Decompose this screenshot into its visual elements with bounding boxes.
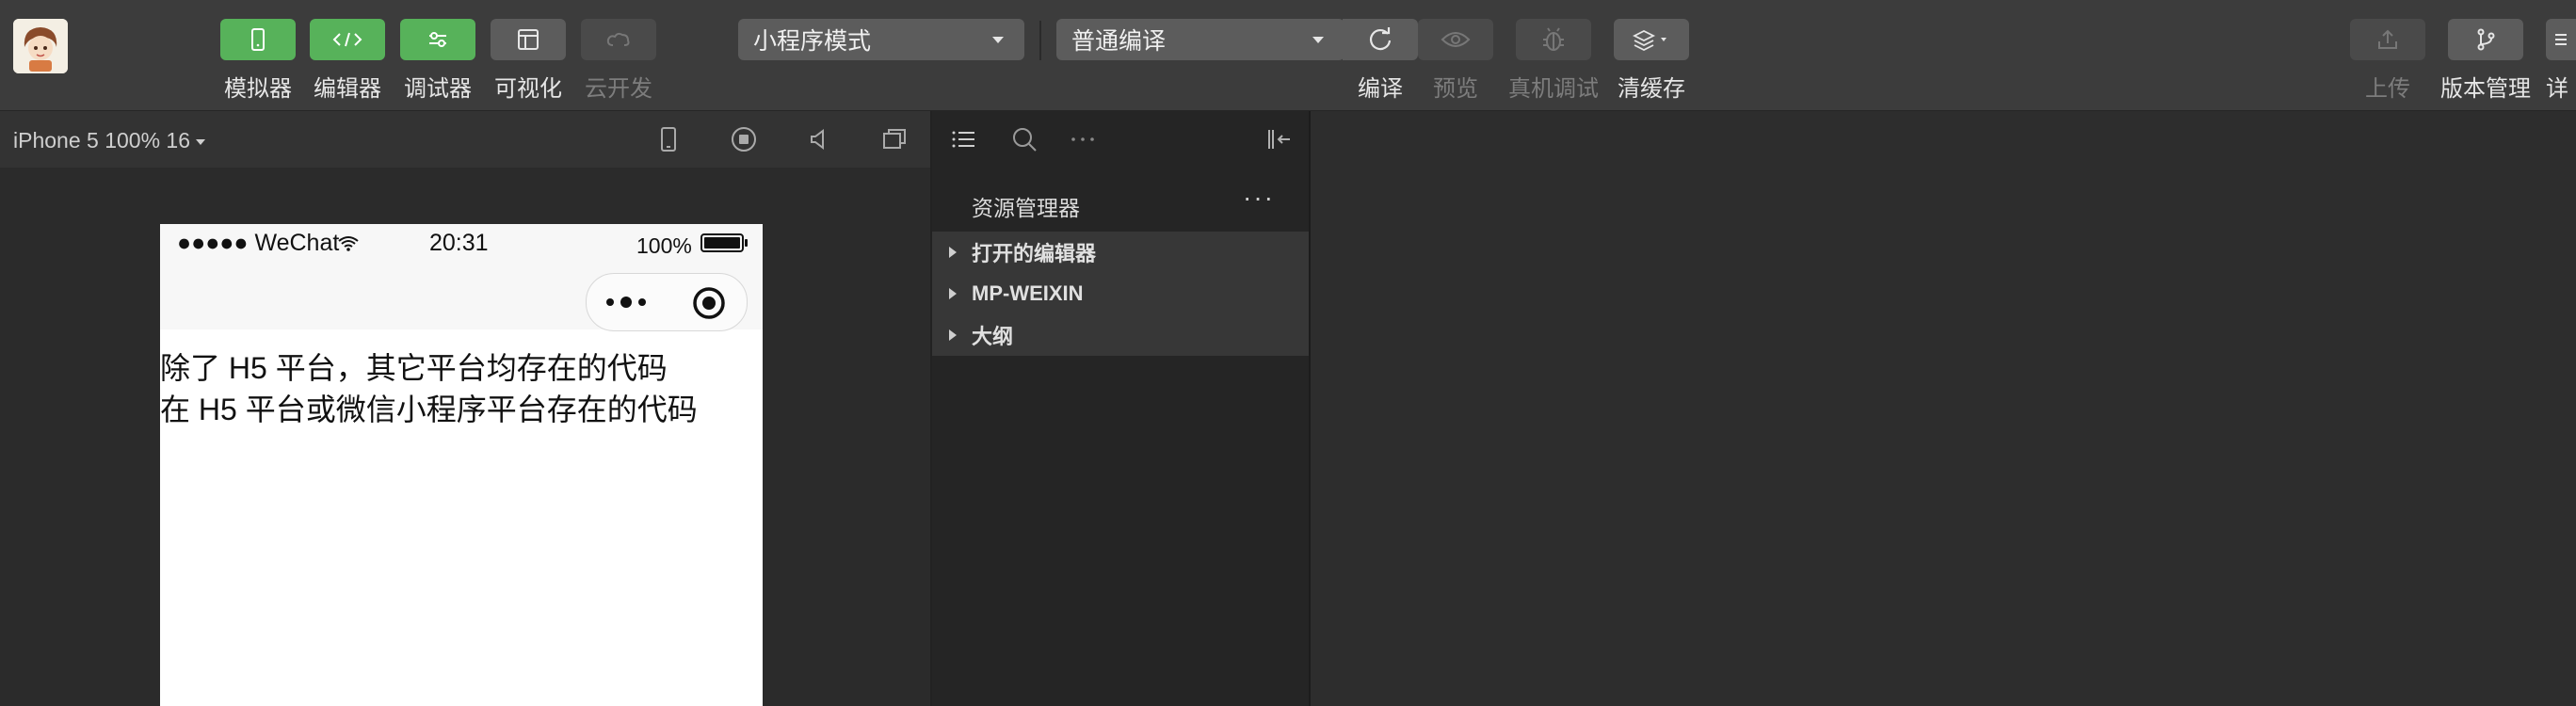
visual-label: 可视化 <box>494 76 562 102</box>
preview-action[interactable]: 预览 <box>1418 19 1493 103</box>
chevron-down-icon <box>1312 37 1324 43</box>
code-icon[interactable] <box>310 19 385 60</box>
compile-label: 编译 <box>1358 76 1403 102</box>
content-line-2: 在 H5 平台或微信小程序平台存在的代码 <box>160 393 698 426</box>
phone-icon[interactable] <box>652 122 685 156</box>
bug-icon[interactable] <box>1516 19 1591 60</box>
debugger-label: 调试器 <box>404 76 472 102</box>
close-target-icon[interactable] <box>692 286 726 325</box>
detach-window-icon[interactable] <box>877 122 911 156</box>
mode-select[interactable]: 小程序模式 <box>738 19 1024 60</box>
explorer-more-button[interactable]: ··· <box>1243 183 1275 213</box>
refresh-icon[interactable] <box>1343 19 1418 60</box>
preview-label: 预览 <box>1433 76 1478 102</box>
stop-icon[interactable] <box>727 122 761 156</box>
carrier-label: ●●●●● WeChat <box>177 230 340 256</box>
toolbar-divider <box>1039 21 1041 60</box>
branch-icon[interactable] <box>2448 19 2523 60</box>
details-label: 详 <box>2546 76 2568 102</box>
tree-section-label: 大纲 <box>972 325 1014 348</box>
phone-status-bar: ●●●●● WeChat 20:31 100% <box>160 224 763 264</box>
device-select[interactable]: iPhone 5 100% 16 <box>13 128 205 153</box>
editor-area[interactable] <box>1311 111 2576 706</box>
cloud-icon[interactable] <box>581 19 656 60</box>
tree-section-label: 打开的编辑器 <box>972 242 1097 265</box>
volume-icon[interactable] <box>802 122 836 156</box>
explorer-panel: 资源管理器 ··· 打开的编辑器 MP-WEIXIN 大纲 <box>932 111 1311 706</box>
editor-tool[interactable]: 编辑器 <box>310 19 385 103</box>
compile-select-value: 普通编译 <box>1071 28 1167 55</box>
phone-icon[interactable] <box>220 19 296 60</box>
details-action[interactable]: 详 <box>2546 19 2576 103</box>
more-icon[interactable] <box>1068 124 1098 154</box>
details-icon[interactable] <box>2546 19 2576 60</box>
content-line-1: 除了 H5 平台，其它平台均存在的代码 <box>160 351 668 385</box>
top-toolbar: 模拟器 编辑器 调试器 可视化 云开发 小程序模式 普通编译 编译 预览 真机调… <box>0 0 2576 111</box>
collapse-panel-icon[interactable] <box>1264 124 1294 154</box>
upload-icon[interactable] <box>2350 19 2425 60</box>
chevron-right-icon <box>949 288 957 299</box>
debugger-tool[interactable]: 调试器 <box>400 19 475 103</box>
tree-section-mp-weixin[interactable]: MP-WEIXIN <box>932 273 1309 314</box>
version-action[interactable]: 版本管理 <box>2440 19 2531 103</box>
mode-select-value: 小程序模式 <box>753 28 872 55</box>
remote-debug-label: 真机调试 <box>1508 76 1599 102</box>
explorer-toolbar <box>932 111 1309 168</box>
wifi-icon <box>337 232 360 259</box>
cloud-tool[interactable]: 云开发 <box>581 19 656 103</box>
phone-screen[interactable]: ●●●●● WeChat 20:31 100% 除了 H5 平台，其它平台均存在… <box>160 224 763 706</box>
explorer-tree: 打开的编辑器 MP-WEIXIN 大纲 <box>932 232 1309 356</box>
battery-icon <box>700 233 749 260</box>
editor-label: 编辑器 <box>314 76 381 102</box>
chevron-right-icon <box>949 247 957 258</box>
clear-cache-label: 清缓存 <box>1618 76 1685 102</box>
battery-percent: 100% <box>636 233 692 258</box>
chevron-down-icon <box>196 138 205 145</box>
chevron-down-icon <box>992 37 1004 43</box>
visual-tool[interactable]: 可视化 <box>491 19 566 103</box>
version-label: 版本管理 <box>2440 76 2531 102</box>
phone-nav-bar <box>160 264 763 331</box>
device-select-value: iPhone 5 100% 16 <box>13 128 190 152</box>
layers-icon[interactable] <box>1614 19 1689 60</box>
clear-cache-action[interactable]: 清缓存 <box>1614 19 1689 103</box>
upload-label: 上传 <box>2365 76 2410 102</box>
file-list-icon[interactable] <box>949 124 979 154</box>
tree-section-label: MP-WEIXIN <box>972 281 1084 305</box>
mini-program-capsule[interactable] <box>586 273 748 331</box>
explorer-title: 资源管理器 <box>972 196 1080 220</box>
tree-section-outline[interactable]: 大纲 <box>932 314 1309 356</box>
layout-icon[interactable] <box>491 19 566 60</box>
simulator-tool[interactable]: 模拟器 <box>220 19 296 103</box>
simulator-label: 模拟器 <box>224 76 292 102</box>
eye-icon[interactable] <box>1418 19 1493 60</box>
compile-select[interactable]: 普通编译 <box>1056 19 1344 60</box>
user-avatar[interactable] <box>13 19 68 73</box>
cloud-label: 云开发 <box>585 76 652 102</box>
tree-section-open-editors[interactable]: 打开的编辑器 <box>932 232 1309 273</box>
simulator-toolbar: iPhone 5 100% 16 <box>0 111 932 168</box>
compile-action[interactable]: 编译 <box>1343 19 1418 103</box>
remote-debug-action[interactable]: 真机调试 <box>1508 19 1599 103</box>
sliders-icon[interactable] <box>400 19 475 60</box>
status-time: 20:31 <box>429 230 489 256</box>
chevron-right-icon <box>949 329 957 341</box>
search-icon[interactable] <box>1009 124 1039 154</box>
menu-dots-icon[interactable] <box>604 289 649 320</box>
upload-action[interactable]: 上传 <box>2350 19 2425 103</box>
